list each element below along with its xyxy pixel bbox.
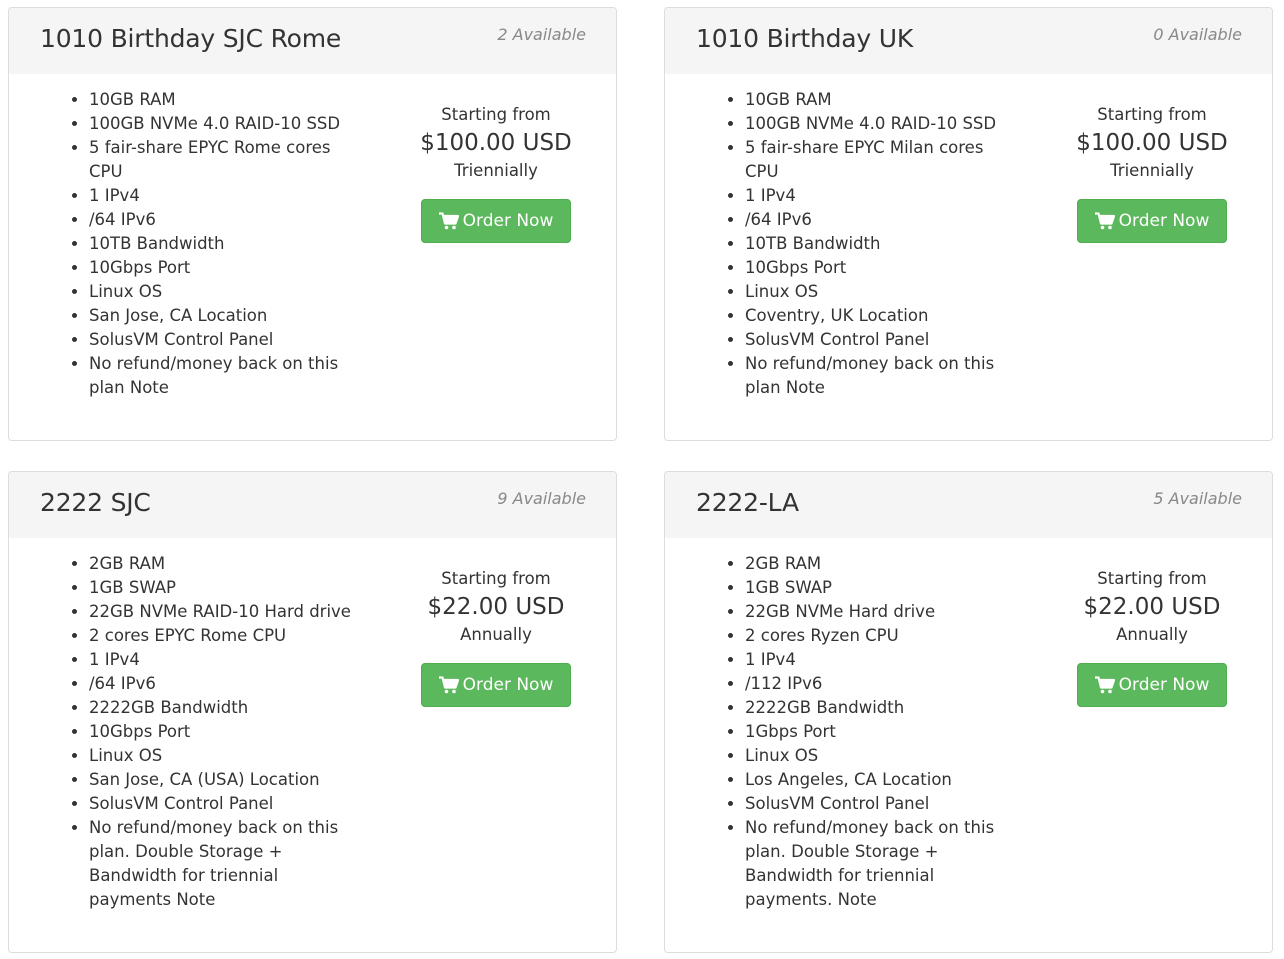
availability-label: 9 Available [497,489,586,508]
feature-item: Linux OS [745,280,1009,304]
product-card: 2222-LA 5 Available 2GB RAM 1GB SWAP 22G… [664,471,1273,953]
feature-item: 10Gbps Port [89,720,353,744]
price: $22.00 USD [427,594,565,620]
product-card-header: 1010 Birthday UK 0 Available [665,8,1272,74]
availability-label: 0 Available [1153,25,1242,44]
feature-item: 100GB NVMe 4.0 RAID-10 SSD [89,112,353,136]
order-now-label: Order Now [1118,211,1210,231]
feature-item: 10TB Bandwidth [89,232,353,256]
feature-item: SolusVM Control Panel [89,328,353,352]
starting-from-label: Starting from [441,569,551,588]
product-card: 2222 SJC 9 Available 2GB RAM 1GB SWAP 22… [8,471,617,953]
product-card-header: 1010 Birthday SJC Rome 2 Available [9,8,616,74]
feature-item: San Jose, CA (USA) Location [89,768,353,792]
availability-label: 5 Available [1153,489,1242,508]
feature-item: 2GB RAM [89,552,353,576]
starting-from-label: Starting from [1097,569,1207,588]
product-title: 1010 Birthday SJC Rome [40,24,342,53]
feature-item: 1 IPv4 [89,184,353,208]
price: $100.00 USD [420,130,572,156]
billing-cycle: Triennially [1110,161,1194,180]
feature-item: Linux OS [89,280,353,304]
order-now-label: Order Now [462,675,554,695]
feature-item: 2222GB Bandwidth [745,696,1009,720]
pricing-box: Starting from $100.00 USD Triennially Or… [396,103,596,243]
feature-item: /112 IPv6 [745,672,1009,696]
feature-item: 10GB RAM [89,88,353,112]
feature-item: 22GB NVMe Hard drive [745,600,1009,624]
shopping-cart-icon [1094,212,1115,230]
feature-item: /64 IPv6 [745,208,1009,232]
feature-item: No refund/money back on this plan Note [745,352,1009,400]
feature-list: 10GB RAM 100GB NVMe 4.0 RAID-10 SSD 5 fa… [723,88,1009,400]
feature-item: 22GB NVMe RAID-10 Hard drive [89,600,353,624]
feature-item: SolusVM Control Panel [745,792,1009,816]
price: $22.00 USD [1083,594,1221,620]
feature-item: 5 fair-share EPYC Milan cores CPU [745,136,1009,184]
product-title: 2222 SJC [40,488,151,517]
pricing-box: Starting from $22.00 USD Annually Order … [1052,567,1252,707]
feature-item: 1 IPv4 [89,648,353,672]
price: $100.00 USD [1076,130,1228,156]
feature-item: 1 IPv4 [745,184,1009,208]
billing-cycle: Annually [460,625,532,644]
shopping-cart-icon [438,212,459,230]
feature-item: Linux OS [89,744,353,768]
pricing-box: Starting from $22.00 USD Annually Order … [396,567,596,707]
feature-item: 2222GB Bandwidth [89,696,353,720]
order-now-button[interactable]: Order Now [421,199,571,243]
feature-item: 10Gbps Port [745,256,1009,280]
feature-item: 10GB RAM [745,88,1009,112]
availability-label: 2 Available [497,25,586,44]
feature-item: 2 cores EPYC Rome CPU [89,624,353,648]
feature-item: 5 fair-share EPYC Rome cores CPU [89,136,353,184]
feature-item: SolusVM Control Panel [745,328,1009,352]
feature-item: 2GB RAM [745,552,1009,576]
pricing-box: Starting from $100.00 USD Triennially Or… [1052,103,1252,243]
product-card-header: 2222 SJC 9 Available [9,472,616,538]
product-title: 2222-LA [696,488,799,517]
feature-list: 2GB RAM 1GB SWAP 22GB NVMe RAID-10 Hard … [67,552,353,912]
product-card: 1010 Birthday SJC Rome 2 Available 10GB … [8,7,617,441]
feature-item: 10Gbps Port [89,256,353,280]
feature-item: 1GB SWAP [89,576,353,600]
order-now-button[interactable]: Order Now [1077,199,1227,243]
feature-item: No refund/money back on this plan. Doubl… [745,816,1009,912]
billing-cycle: Triennially [454,161,538,180]
feature-item: Los Angeles, CA Location [745,768,1009,792]
feature-item: 100GB NVMe 4.0 RAID-10 SSD [745,112,1009,136]
feature-item: No refund/money back on this plan. Doubl… [89,816,353,912]
feature-item: /64 IPv6 [89,672,353,696]
shopping-cart-icon [1094,676,1115,694]
order-now-button[interactable]: Order Now [421,663,571,707]
billing-cycle: Annually [1116,625,1188,644]
feature-item: /64 IPv6 [89,208,353,232]
feature-item: San Jose, CA Location [89,304,353,328]
feature-item: 1 IPv4 [745,648,1009,672]
feature-item: 10TB Bandwidth [745,232,1009,256]
product-title: 1010 Birthday UK [696,24,914,53]
feature-item: No refund/money back on this plan Note [89,352,353,400]
feature-item: 2 cores Ryzen CPU [745,624,1009,648]
product-card: 1010 Birthday UK 0 Available 10GB RAM 10… [664,7,1273,441]
feature-item: Linux OS [745,744,1009,768]
shopping-cart-icon [438,676,459,694]
feature-item: 1Gbps Port [745,720,1009,744]
order-now-label: Order Now [462,211,554,231]
order-now-label: Order Now [1118,675,1210,695]
starting-from-label: Starting from [1097,105,1207,124]
feature-list: 10GB RAM 100GB NVMe 4.0 RAID-10 SSD 5 fa… [67,88,353,400]
product-card-header: 2222-LA 5 Available [665,472,1272,538]
feature-item: 1GB SWAP [745,576,1009,600]
feature-item: Coventry, UK Location [745,304,1009,328]
order-now-button[interactable]: Order Now [1077,663,1227,707]
feature-list: 2GB RAM 1GB SWAP 22GB NVMe Hard drive 2 … [723,552,1009,912]
starting-from-label: Starting from [441,105,551,124]
feature-item: SolusVM Control Panel [89,792,353,816]
